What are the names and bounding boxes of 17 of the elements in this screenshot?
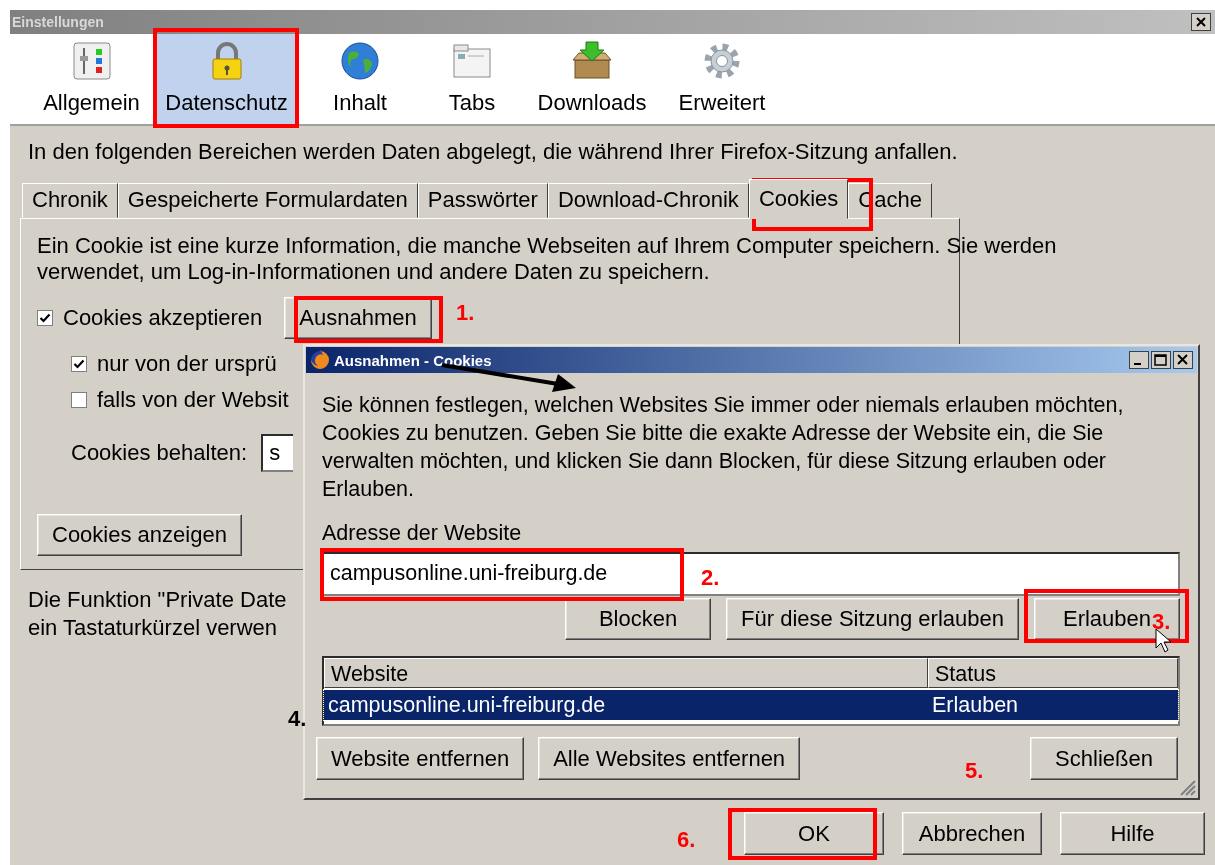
- intro-text: In den folgenden Bereichen werden Daten abgelegt, die während Ihrer Firefox-Sitzung anfallen.: [28, 138, 959, 166]
- step-number: 3.: [1152, 609, 1171, 635]
- step-number: 6.: [677, 827, 696, 853]
- info-text: Die Funktion "Private Date: [28, 586, 288, 614]
- step-number: 2.: [701, 565, 720, 591]
- step-number: 5.: [965, 758, 984, 784]
- info-text: ein Tastaturkürzel verwen: [28, 614, 279, 642]
- checkbox-label: falls von der Websit: [97, 387, 289, 413]
- step-number: 1.: [456, 300, 475, 326]
- step-number: 4.: [288, 706, 307, 732]
- window-title: Einstellungen: [12, 14, 104, 30]
- checkbox-label: Cookies akzeptieren: [63, 305, 263, 331]
- window-title: Ausnahmen - Cookies: [334, 351, 493, 369]
- checkbox-label: nur von der ursprü: [97, 351, 277, 377]
- field-label: Cookies behalten:: [71, 440, 248, 466]
- description-text: Sie können festlegen, welchen Websites Sie immer oder niemals erlauben möchten, Cookies zu benutzen. Geben Sie bitte die exakte Adresse der Website ein, die Sie verwalten möchten, und klicken Sie dann Blocken, für diese Sitzung erlauben oder Erlauben.: [322, 392, 1125, 503]
- field-label: Adresse der Website: [322, 520, 523, 546]
